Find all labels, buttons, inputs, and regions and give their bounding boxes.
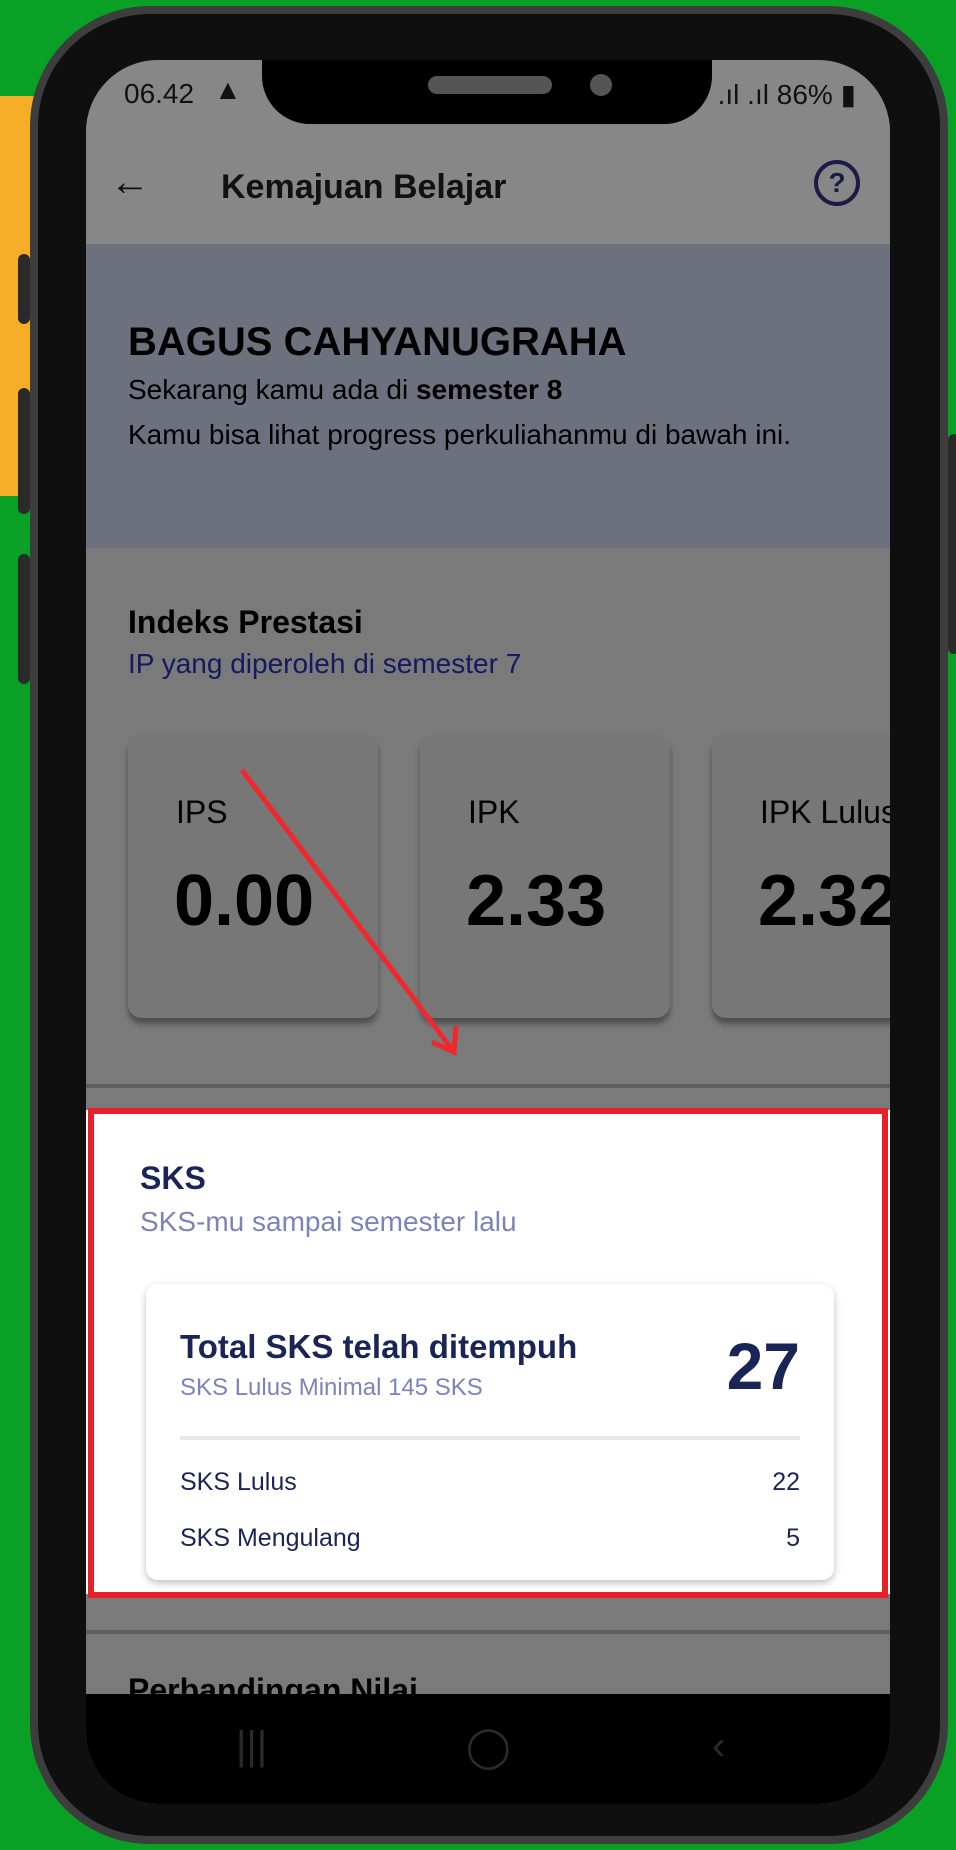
power-button bbox=[948, 434, 956, 654]
volume-up-button bbox=[18, 254, 30, 324]
annotation-arrow bbox=[240, 768, 459, 1056]
annotation-arrow-line bbox=[240, 768, 456, 1054]
bixby-button bbox=[18, 554, 30, 684]
volume-down-button bbox=[18, 388, 30, 514]
phone-screen: 06.42 ▲ .ıl .ıl 86% ▮ ← Kemajuan Belajar… bbox=[86, 60, 890, 1804]
